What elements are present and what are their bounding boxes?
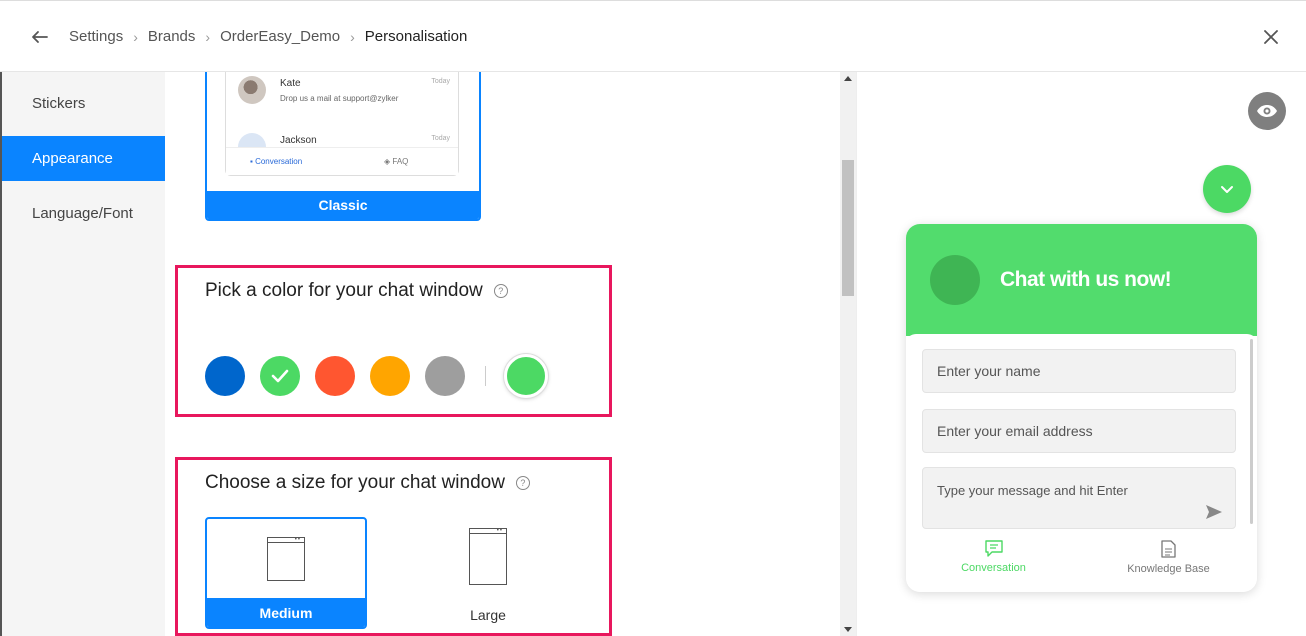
widget-tabs: Conversation Knowledge Base [906,532,1257,592]
tab-label: Knowledge Base [1127,563,1210,575]
breadcrumb-brand[interactable]: OrderEasy_Demo [220,28,340,45]
color-swatch-red[interactable] [315,356,355,396]
sidebar: Stickers Appearance Language/Font [0,72,165,636]
tab-label: Conversation [961,562,1026,574]
sidebar-item-stickers[interactable]: Stickers [2,81,165,126]
scroll-up-arrow-icon[interactable] [844,76,852,81]
chat-icon [984,540,1003,557]
message-placeholder: Type your message and hit Enter [937,483,1128,498]
top-header: Settings › Brands › OrderEasy_Demo › Per… [0,0,1306,72]
size-label: Medium [207,598,365,627]
color-swatch-green[interactable] [260,356,300,396]
preview-message: Kate Drop us a mail at support@zylker To… [238,74,450,110]
help-icon[interactable]: ? [493,284,508,298]
color-picker-section: Pick a color for your chat window ? [175,265,612,417]
size-option-medium[interactable]: •• Medium [205,517,367,629]
widget-header: Chat with us now! [906,224,1257,336]
minimize-widget-button[interactable] [1203,165,1251,213]
breadcrumb-brands[interactable]: Brands [148,28,196,45]
size-label: Large [470,607,506,623]
sidebar-item-appearance[interactable]: Appearance [2,136,165,181]
email-field[interactable]: Enter your email address [922,409,1236,453]
main-content: Kate Drop us a mail at support@zylker To… [165,72,840,636]
avatar [930,255,980,305]
section-title: Pick a color for your chat window ? [205,280,508,302]
chat-widget: Chat with us now! Enter your name Enter … [906,224,1257,592]
divider [485,366,486,386]
sidebar-item-label: Stickers [32,95,86,112]
document-icon [1161,540,1176,558]
size-section-title: Choose a size for your chat window [205,472,505,493]
theme-preview: Kate Drop us a mail at support@zylker To… [225,72,459,176]
sidebar-item-label: Language/Font [32,205,133,222]
message-sender: Kate [280,78,301,89]
theme-label: Classic [207,191,479,219]
widget-title: Chat with us now! [1000,268,1172,291]
widget-tab-knowledge-base[interactable]: Knowledge Base [1081,540,1256,575]
send-icon[interactable] [1205,504,1223,520]
message-time: Today [431,78,450,85]
size-option-large[interactable]: •• Large [407,517,569,629]
preview-tab-faq: ◈ FAQ [384,157,409,166]
back-arrow-icon[interactable] [30,27,50,47]
preview-tabs: ▪ Conversation ◈ FAQ [226,147,458,175]
window-medium-icon: •• [267,537,305,581]
breadcrumb-separator: › [205,28,211,45]
message-sender: Jackson [280,135,317,146]
widget-preview-pane: Chat with us now! Enter your name Enter … [856,72,1306,636]
sidebar-item-language-font[interactable]: Language/Font [2,191,165,236]
help-icon[interactable]: ? [515,476,530,490]
section-title: Choose a size for your chat window ? [205,472,530,494]
custom-color-picker[interactable] [504,354,548,398]
main-scrollbar[interactable] [840,72,856,636]
widget-tab-conversation[interactable]: Conversation [906,540,1081,574]
color-swatch-orange[interactable] [370,356,410,396]
color-swatch-blue[interactable] [205,356,245,396]
color-section-title: Pick a color for your chat window [205,280,483,301]
widget-form: Enter your name Enter your email address… [906,334,1257,534]
breadcrumb-settings[interactable]: Settings [69,28,123,45]
color-swatches [205,354,563,398]
breadcrumb-separator: › [350,28,355,45]
checkmark-icon [271,369,289,383]
widget-scrollbar[interactable] [1250,339,1253,524]
color-swatch-grey[interactable] [425,356,465,396]
sidebar-item-label: Appearance [32,150,113,167]
message-text: Drop us a mail at support@zylker [280,94,399,103]
message-field[interactable]: Type your message and hit Enter [922,467,1236,529]
message-time: Today [431,135,450,142]
breadcrumb-separator: › [133,28,138,45]
breadcrumb: Settings › Brands › OrderEasy_Demo › Per… [69,28,467,45]
close-icon[interactable] [1262,28,1280,46]
preview-eye-button[interactable] [1248,92,1286,130]
size-picker-section: Choose a size for your chat window ? •• … [175,457,612,636]
chevron-down-icon [1221,185,1233,193]
avatar [238,76,266,104]
scrollbar-thumb[interactable] [842,160,854,296]
preview-tab-conversation: ▪ Conversation [250,157,303,166]
eye-icon [1257,105,1277,117]
scroll-down-arrow-icon[interactable] [844,627,852,632]
breadcrumb-current: Personalisation [364,28,468,45]
theme-card-classic[interactable]: Kate Drop us a mail at support@zylker To… [205,72,481,221]
window-large-icon: •• [469,528,507,585]
name-field[interactable]: Enter your name [922,349,1236,393]
